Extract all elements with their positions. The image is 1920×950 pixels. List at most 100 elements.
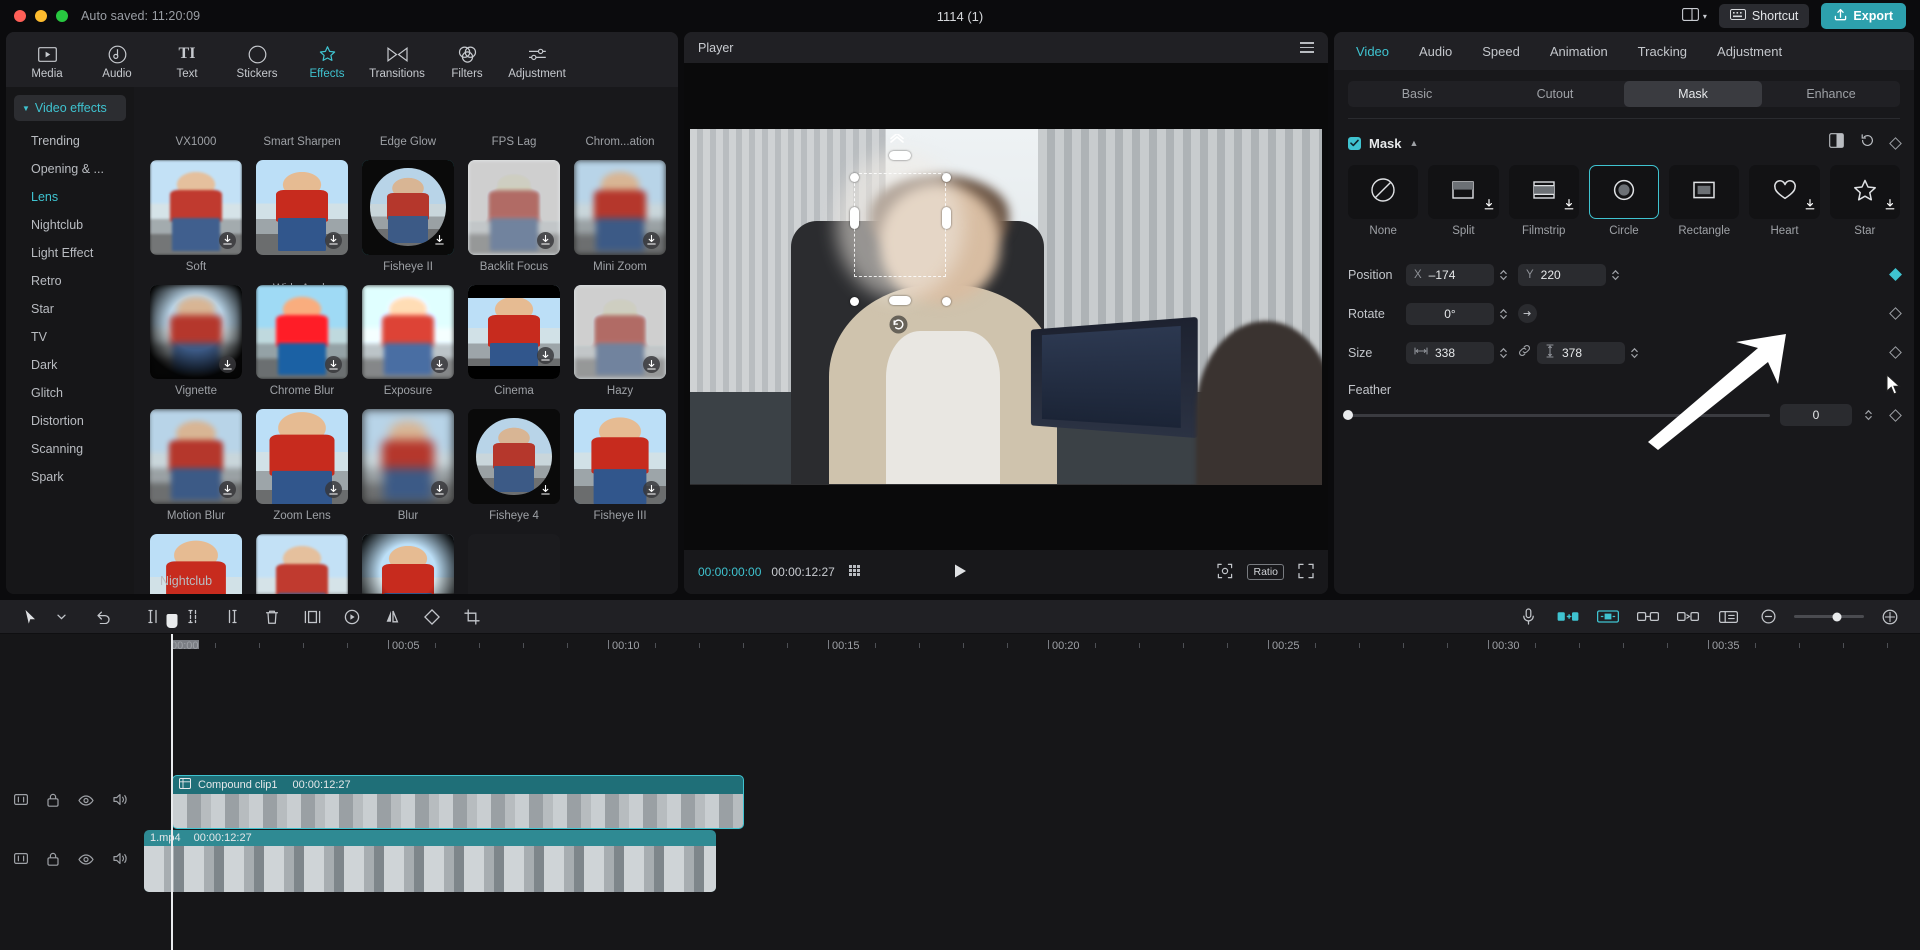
mask-shape-split[interactable]: Split	[1428, 165, 1499, 237]
crop-icon[interactable]	[1217, 563, 1233, 582]
download-icon[interactable]	[431, 232, 448, 249]
size-width-field[interactable]: 338	[1406, 341, 1494, 364]
category-item-light-effect[interactable]: Light Effect	[6, 239, 134, 267]
modnav-item-audio[interactable]: Audio	[82, 40, 152, 80]
category-item-distortion[interactable]: Distortion	[6, 407, 134, 435]
size-height-field[interactable]: 378	[1537, 341, 1625, 364]
category-item-tv[interactable]: TV	[6, 323, 134, 351]
zoom-slider-knob[interactable]	[1832, 612, 1842, 621]
effect-card-fisheye-4[interactable]: Fisheye 4	[462, 409, 566, 534]
zoom-out-icon[interactable]	[1748, 609, 1788, 624]
effect-card-wide-angle[interactable]: Wide Angle	[250, 159, 354, 295]
tab-audio[interactable]: Audio	[1419, 44, 1452, 59]
position-y-stepper[interactable]	[1611, 269, 1620, 281]
modnav-item-stickers[interactable]: Stickers	[222, 40, 292, 80]
hamburger-icon[interactable]	[1300, 42, 1314, 53]
effects-grid-scroll[interactable]: VX1000 Smart Sharpen Edge Glow FPS Lag C…	[134, 87, 678, 594]
effect-card[interactable]: FPS Lag	[462, 87, 566, 160]
crop-icon[interactable]	[452, 608, 492, 625]
size-height-stepper[interactable]	[1630, 347, 1639, 359]
modnav-item-filters[interactable]: Filters	[432, 40, 502, 80]
subtab-basic[interactable]: Basic	[1348, 81, 1486, 107]
effect-card-binoculars[interactable]: Binoculars	[462, 534, 566, 594]
chevron-down-icon[interactable]	[50, 614, 72, 620]
window-controls[interactable]: Auto saved: 11:20:09	[0, 9, 200, 23]
timeline-clip-video[interactable]: 1.mp4 00:00:12:27	[144, 830, 716, 892]
effect-card-mini-zoom[interactable]: Mini Zoom	[568, 159, 672, 285]
effect-card[interactable]: VX1000	[144, 87, 248, 160]
effect-card-cinema[interactable]: Cinema	[462, 284, 566, 410]
download-icon[interactable]	[325, 231, 342, 249]
auto-reframe-icon[interactable]	[1588, 609, 1628, 624]
category-item-scanning[interactable]: Scanning	[6, 435, 134, 463]
tab-adjustment[interactable]: Adjustment	[1717, 44, 1782, 59]
mask-shape-rectangle[interactable]: Rectangle	[1669, 165, 1740, 237]
effect-card-hazy[interactable]: Hazy	[568, 284, 672, 410]
effect-card-backlit-focus[interactable]: Backlit Focus	[462, 159, 566, 285]
rotate-reset-icon[interactable]	[1518, 304, 1537, 323]
effect-card-soft[interactable]: Soft	[144, 159, 248, 285]
mask-shape-filmstrip[interactable]: Filmstrip	[1508, 165, 1579, 237]
category-item-nightclub[interactable]: Nightclub	[6, 211, 134, 239]
effect-card[interactable]: Chrom...ation	[568, 87, 672, 160]
manage-tracks-icon[interactable]	[1708, 610, 1748, 624]
rotate-icon[interactable]	[412, 608, 452, 625]
feather-slider-knob[interactable]	[1343, 410, 1353, 420]
timeline-tracks[interactable]: Compound clip1 00:00:12:27 1.mp4 00:00:1…	[0, 614, 1920, 950]
trim-right-icon[interactable]	[212, 609, 252, 624]
freeze-icon[interactable]	[292, 610, 332, 624]
modnav-item-effects[interactable]: Effects	[292, 40, 362, 80]
modnav-item-adjustment[interactable]: Adjustment	[502, 40, 572, 80]
playhead-handle[interactable]	[166, 614, 178, 628]
export-button[interactable]: Export	[1821, 3, 1906, 29]
effect-card-motion-blur[interactable]: Motion Blur	[144, 409, 248, 534]
ratio-button[interactable]: Ratio	[1247, 564, 1284, 580]
feather-stepper[interactable]	[1864, 409, 1873, 421]
download-icon[interactable]	[219, 356, 236, 374]
category-item-dark[interactable]: Dark	[6, 351, 134, 379]
category-item-star[interactable]: Star	[6, 295, 134, 323]
effect-card-fisheye-iii[interactable]: Fisheye III	[568, 409, 672, 534]
effect-card[interactable]: Smart Sharpen	[250, 87, 354, 160]
invert-mask-icon[interactable]	[1829, 133, 1844, 153]
player-stage[interactable]	[684, 63, 1328, 550]
modnav-item-text[interactable]: TI Text	[152, 40, 222, 80]
download-icon[interactable]	[1484, 197, 1494, 215]
download-icon[interactable]	[537, 347, 554, 365]
close-dot[interactable]	[14, 10, 26, 22]
mask-enable-checkbox[interactable]	[1348, 136, 1361, 150]
select-arrow-icon[interactable]	[10, 609, 50, 625]
tab-video[interactable]: Video	[1356, 44, 1389, 59]
subtab-enhance[interactable]: Enhance	[1762, 81, 1900, 107]
position-y-field[interactable]: Y 220	[1518, 263, 1606, 286]
rotate-keyframe-button[interactable]	[1889, 307, 1902, 320]
effect-card-chrome-blur[interactable]: Chrome Blur	[250, 284, 354, 410]
reset-icon[interactable]	[1860, 133, 1875, 153]
feather-slider[interactable]	[1343, 410, 1770, 420]
size-width-stepper[interactable]	[1499, 347, 1508, 359]
effect-card[interactable]: Edge Glow	[356, 87, 460, 160]
feather-keyframe-button[interactable]	[1889, 408, 1902, 422]
lock-toggle[interactable]	[47, 793, 59, 812]
download-icon[interactable]	[1885, 197, 1895, 215]
mask-shape-heart[interactable]: Heart	[1749, 165, 1820, 237]
detach-icon[interactable]	[1668, 610, 1708, 623]
position-keyframe-button[interactable]	[1889, 268, 1902, 281]
speed-icon[interactable]	[332, 609, 372, 625]
link-icon[interactable]	[1518, 344, 1531, 362]
mask-shape-circle[interactable]: Circle	[1588, 165, 1660, 237]
timeline-ruler[interactable]: 00:00 00:05 00:10 00:15 00:20 00:25 00:3…	[0, 634, 1920, 660]
mute-toggle[interactable]	[14, 793, 29, 811]
position-x-stepper[interactable]	[1499, 269, 1508, 281]
timeline-zoom-slider[interactable]	[1794, 612, 1864, 621]
category-item-spark[interactable]: Spark	[6, 463, 134, 491]
category-item-glitch[interactable]: Glitch	[6, 379, 134, 407]
effect-card-fisheye-ii[interactable]: Fisheye II	[356, 159, 460, 285]
playhead[interactable]	[166, 614, 178, 950]
size-keyframe-button[interactable]	[1889, 346, 1902, 359]
shortcut-button[interactable]: Shortcut	[1718, 4, 1810, 28]
zoom-fit-icon[interactable]	[1870, 609, 1910, 625]
download-icon[interactable]	[219, 481, 236, 498]
effect-card-blur[interactable]: Blur	[356, 409, 460, 534]
effect-card-zoom-lens[interactable]: Zoom Lens	[250, 409, 354, 534]
